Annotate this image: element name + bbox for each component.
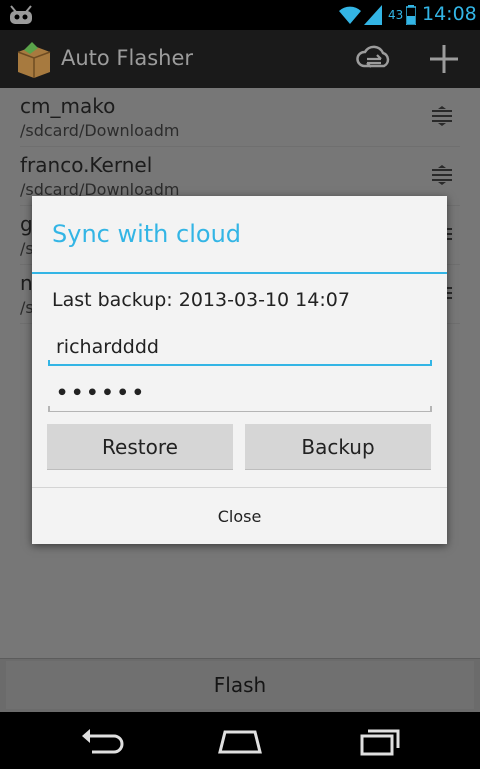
drag-handle-icon[interactable] xyxy=(430,106,454,126)
dialog-title-divider xyxy=(32,272,447,274)
recents-icon[interactable] xyxy=(356,724,406,758)
drag-handle-icon[interactable] xyxy=(430,165,454,185)
username-field-wrapper xyxy=(48,330,436,366)
app-box-icon xyxy=(17,42,51,78)
battery-icon xyxy=(406,5,416,25)
backup-button[interactable]: Backup xyxy=(245,424,431,470)
password-field-wrapper xyxy=(48,376,436,412)
status-time: 14:08 xyxy=(422,3,477,25)
add-icon[interactable] xyxy=(426,42,462,76)
username-underline-tick xyxy=(430,360,432,366)
sync-dialog: Sync with cloud Last backup: 2013-03-10 … xyxy=(32,196,447,544)
list-item-path: /sdcard/Downloadm xyxy=(20,121,180,140)
cyanogen-android-icon xyxy=(10,5,32,24)
last-backup-text: Last backup: 2013-03-10 14:07 xyxy=(52,289,350,311)
flash-bar: Flash xyxy=(0,658,480,713)
dialog-title: Sync with cloud xyxy=(52,220,242,248)
flash-button[interactable]: Flash xyxy=(6,661,474,709)
wifi-icon xyxy=(339,6,361,24)
app-title: Auto Flasher xyxy=(61,46,194,70)
list-item-name: n xyxy=(20,271,33,295)
signal-icon xyxy=(364,5,382,25)
restore-button[interactable]: Restore xyxy=(47,424,233,470)
list-item[interactable]: cm_mako /sdcard/Downloadm xyxy=(20,88,460,147)
home-icon[interactable] xyxy=(215,724,265,758)
username-underline-tick xyxy=(48,360,50,366)
username-underline xyxy=(48,364,432,366)
list-item-name: g xyxy=(20,212,33,236)
navigation-bar xyxy=(0,712,480,769)
action-bar: Auto Flasher xyxy=(0,30,480,88)
close-button[interactable]: Close xyxy=(32,488,447,544)
username-field[interactable] xyxy=(48,330,436,364)
password-field[interactable] xyxy=(48,376,436,410)
battery-percent: 43 xyxy=(388,8,404,22)
status-bar: 43 14:08 xyxy=(0,0,480,30)
password-underline xyxy=(48,411,432,412)
password-underline-tick xyxy=(48,406,50,412)
cloud-sync-icon[interactable] xyxy=(356,42,392,76)
list-item-name: cm_mako xyxy=(20,94,116,118)
back-icon[interactable] xyxy=(76,724,126,758)
password-underline-tick xyxy=(430,406,432,412)
list-item-name: franco.Kernel xyxy=(20,153,153,177)
